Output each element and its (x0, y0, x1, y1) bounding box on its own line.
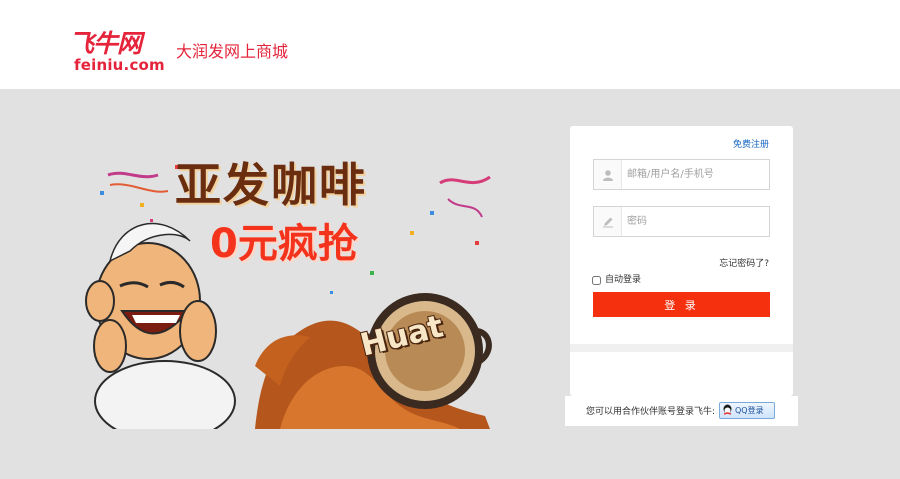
qq-login-label: QQ登录 (735, 405, 764, 415)
auto-login-option[interactable]: 自动登录 (592, 274, 641, 286)
register-link[interactable]: 免费注册 (733, 139, 769, 151)
logo-english-text: feiniu.com (74, 56, 165, 74)
username-input[interactable] (623, 160, 769, 189)
password-field[interactable] (593, 206, 770, 237)
header-slogan: 大润发网上商城 (176, 42, 289, 61)
forgot-password-link[interactable]: 忘记密码了? (719, 258, 769, 270)
logo-chinese-text: 飞牛网 (69, 29, 142, 58)
username-field[interactable] (593, 159, 770, 190)
pencil-icon (594, 207, 622, 236)
panel-divider (570, 344, 793, 352)
login-banner-area: 亚发咖啡 0元疯抢 Huat 免费注册 忘记密码了? 自动登录 登 录 您可以用… (0, 89, 900, 479)
auto-login-label: 自动登录 (605, 275, 642, 285)
site-header: 飞牛网 feiniu.com 大润发网上商城 (0, 0, 900, 89)
promo-subtitle: 0元疯抢 (210, 221, 358, 267)
promo-banner[interactable]: 亚发咖啡 0元疯抢 Huat (80, 151, 520, 429)
partner-login-text: 您可以用合作伙伴账号登录飞牛: (586, 407, 716, 417)
auto-login-checkbox[interactable] (592, 275, 601, 285)
qq-icon (722, 401, 733, 420)
user-icon (594, 160, 622, 189)
promo-title: 亚发咖啡 (175, 158, 367, 212)
feiniu-logo[interactable]: 飞牛网 feiniu.com (69, 30, 179, 76)
password-input[interactable] (623, 207, 769, 236)
qq-login-button[interactable]: QQ登录 (719, 402, 775, 419)
login-button[interactable]: 登 录 (593, 292, 770, 317)
partner-login-bar: 您可以用合作伙伴账号登录飞牛: QQ登录 (565, 396, 798, 426)
login-panel: 免费注册 忘记密码了? 自动登录 登 录 (570, 126, 793, 396)
